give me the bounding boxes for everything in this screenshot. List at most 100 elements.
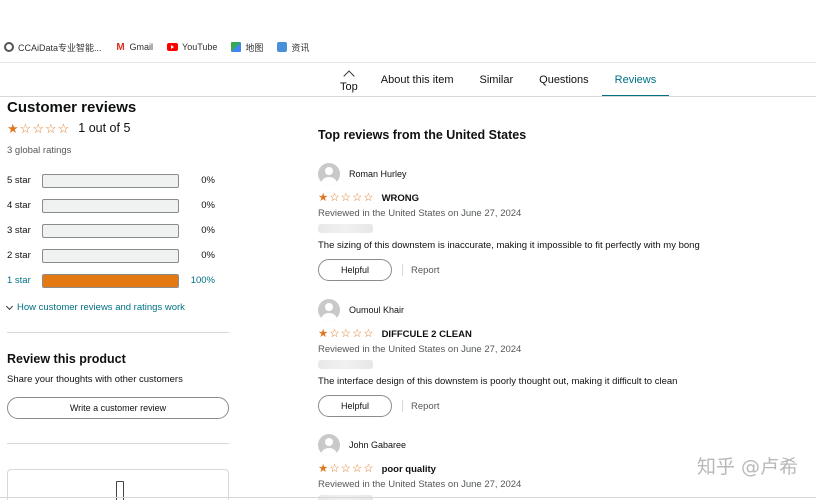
nav-questions[interactable]: Questions bbox=[526, 63, 602, 97]
nav-similar[interactable]: Similar bbox=[467, 63, 527, 97]
nav-reviews-label: Reviews bbox=[614, 74, 657, 86]
bookmark-label: YouTube bbox=[182, 42, 218, 52]
star-empty-icon bbox=[20, 122, 32, 135]
review-stars bbox=[318, 329, 375, 340]
histogram-bar bbox=[42, 273, 179, 288]
helpful-button[interactable]: Helpful bbox=[318, 259, 392, 281]
chevron-down-icon bbox=[5, 302, 14, 310]
news-icon bbox=[277, 42, 288, 52]
divider bbox=[0, 96, 816, 97]
review-this-product-heading: Review this product bbox=[7, 352, 126, 366]
star-filled-icon bbox=[318, 329, 328, 340]
star-empty-icon bbox=[341, 329, 351, 340]
review-card: Roman Hurley WRONG Reviewed in the Unite… bbox=[318, 163, 808, 281]
divider bbox=[402, 264, 403, 276]
blurred-variant bbox=[318, 224, 373, 233]
write-review-button[interactable]: Write a customer review bbox=[7, 397, 229, 419]
review-body: The sizing of this downstem is inaccurat… bbox=[318, 240, 700, 251]
histogram-bar bbox=[42, 223, 179, 238]
star-empty-icon bbox=[32, 122, 44, 135]
star-empty-icon bbox=[363, 329, 373, 340]
sponsored-product-card[interactable] bbox=[7, 469, 229, 500]
review-title[interactable]: WRONG bbox=[382, 193, 419, 204]
review-stars bbox=[318, 193, 375, 204]
helpful-button[interactable]: Helpful bbox=[318, 395, 392, 417]
gmail-icon: M bbox=[116, 41, 125, 53]
nav-about[interactable]: About this item bbox=[368, 63, 467, 97]
star-empty-icon bbox=[363, 464, 373, 475]
star-empty-icon bbox=[352, 464, 362, 475]
how-reviews-work-link[interactable]: How customer reviews and ratings work bbox=[5, 302, 231, 313]
maps-icon bbox=[231, 42, 242, 52]
histogram-row-3[interactable]: 3 star 0% bbox=[7, 218, 231, 243]
bookmark-news[interactable]: 资讯 bbox=[277, 41, 309, 54]
nav-top-label: Top bbox=[340, 80, 358, 93]
review-card: Oumoul Khair DIFFCULE 2 CLEAN Reviewed i… bbox=[318, 299, 808, 417]
review-date: Reviewed in the United States on June 27… bbox=[318, 344, 522, 355]
histogram-row-1[interactable]: 1 star 100% bbox=[7, 268, 231, 293]
review-date: Reviewed in the United States on June 27… bbox=[318, 479, 522, 490]
histogram-bar bbox=[42, 173, 179, 188]
histogram-label: 3 star bbox=[7, 225, 31, 236]
bookmark-label: Gmail bbox=[129, 42, 154, 52]
blurred-variant bbox=[318, 360, 373, 369]
histogram-row-5[interactable]: 5 star 0% bbox=[7, 168, 231, 193]
report-link[interactable]: Report bbox=[411, 401, 440, 412]
histogram-percent: 0% bbox=[201, 200, 215, 211]
divider bbox=[402, 400, 403, 412]
star-empty-icon bbox=[341, 193, 351, 204]
star-empty-icon bbox=[352, 193, 362, 204]
bookmarks-bar: CCAiData专业智能... M Gmail YouTube 地图 资讯 bbox=[0, 38, 816, 56]
divider bbox=[7, 443, 229, 444]
histogram-bar bbox=[42, 198, 179, 213]
share-thoughts-text: Share your thoughts with other customers bbox=[7, 374, 183, 385]
review-title[interactable]: poor quality bbox=[382, 464, 436, 475]
star-empty-icon bbox=[58, 122, 70, 135]
bookmark-ccaidata[interactable]: CCAiData专业智能... bbox=[4, 41, 102, 54]
histogram-label: 2 star bbox=[7, 250, 31, 261]
section-nav: Top About this item Similar Questions Re… bbox=[330, 63, 669, 97]
bookmark-gmail[interactable]: M Gmail bbox=[116, 41, 154, 53]
report-link[interactable]: Report bbox=[411, 265, 440, 276]
reviewer-name: Roman Hurley bbox=[349, 169, 407, 179]
nav-questions-label: Questions bbox=[539, 74, 589, 86]
ccaidata-icon bbox=[4, 42, 14, 52]
review-stars bbox=[318, 464, 375, 475]
ratings-summary: Customer reviews 1 out of 5 3 global rat… bbox=[5, 98, 231, 444]
divider bbox=[7, 332, 229, 333]
nav-similar-label: Similar bbox=[479, 74, 514, 86]
star-empty-icon bbox=[329, 329, 339, 340]
nav-reviews[interactable]: Reviews bbox=[601, 63, 670, 97]
how-reviews-work-label: How customer reviews and ratings work bbox=[17, 302, 185, 313]
divider bbox=[0, 497, 816, 498]
star-empty-icon bbox=[363, 193, 373, 204]
histogram-percent: 0% bbox=[201, 175, 215, 186]
global-ratings-count: 3 global ratings bbox=[7, 145, 72, 156]
reviewer-name: Oumoul Khair bbox=[349, 305, 405, 315]
bookmark-label: 资讯 bbox=[291, 42, 310, 53]
star-empty-icon bbox=[329, 464, 339, 475]
review-date: Reviewed in the United States on June 27… bbox=[318, 208, 522, 219]
star-empty-icon bbox=[329, 193, 339, 204]
histogram-percent: 0% bbox=[201, 225, 215, 236]
avatar bbox=[318, 163, 340, 185]
review-title[interactable]: DIFFCULE 2 CLEAN bbox=[382, 329, 472, 340]
top-reviews-section: Top reviews from the United States Roman… bbox=[318, 128, 808, 500]
bookmark-youtube[interactable]: YouTube bbox=[167, 42, 217, 52]
histogram-row-2[interactable]: 2 star 0% bbox=[7, 243, 231, 268]
bookmark-maps[interactable]: 地图 bbox=[231, 41, 263, 54]
rating-text: 1 out of 5 bbox=[78, 121, 131, 135]
watermark: 知乎 @卢希 bbox=[696, 456, 798, 478]
nav-top[interactable]: Top bbox=[330, 63, 368, 97]
star-empty-icon bbox=[45, 122, 57, 135]
histogram-label: 4 star bbox=[7, 200, 31, 211]
avatar bbox=[318, 434, 340, 456]
reviewer-name: John Gabaree bbox=[349, 440, 407, 450]
star-filled-icon bbox=[7, 122, 19, 135]
histogram-label: 5 star bbox=[7, 175, 31, 186]
customer-reviews-heading: Customer reviews bbox=[7, 99, 137, 116]
histogram-row-4[interactable]: 4 star 0% bbox=[7, 193, 231, 218]
bookmark-label: 地图 bbox=[245, 42, 264, 53]
histogram-percent: 100% bbox=[190, 275, 215, 286]
histogram-fill bbox=[43, 274, 178, 287]
